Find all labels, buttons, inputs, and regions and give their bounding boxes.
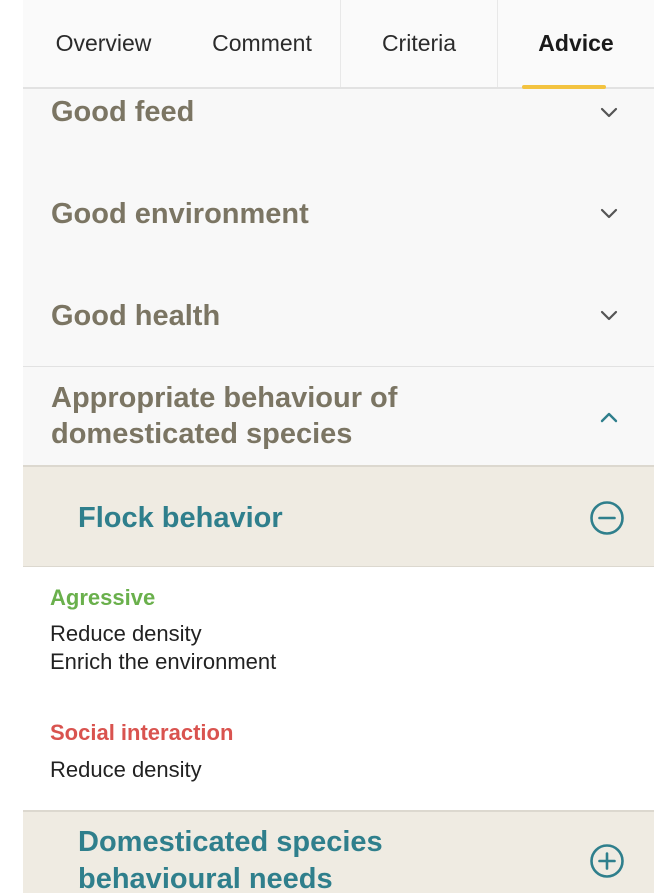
subsection-title-line-2: behavioural needs: [78, 863, 333, 893]
section-title: Good feed: [51, 96, 195, 128]
tab-label: Advice: [538, 30, 614, 56]
chevron-down-icon[interactable]: [597, 306, 621, 326]
advice-category-social-interaction: Social interaction: [50, 720, 234, 745]
advice-panel: Agressive Reduce density Enrich the envi…: [23, 567, 654, 810]
tab-comment[interactable]: Comment: [184, 0, 340, 87]
tab-label: Overview: [55, 30, 152, 56]
section-good-environment[interactable]: Good environment: [23, 191, 654, 293]
section-title: Good health: [51, 300, 221, 332]
advice-item: Reduce density: [50, 757, 202, 782]
tab-overview[interactable]: Overview: [23, 0, 184, 87]
minus-circle-icon[interactable]: [589, 500, 625, 536]
section-good-health[interactable]: Good health: [23, 293, 654, 366]
app-frame: Overview Comment Criteria Advice Good fe…: [23, 0, 654, 893]
advice-item: Reduce density: [50, 621, 202, 646]
tab-advice[interactable]: Advice: [497, 0, 654, 89]
subsection-flock-behavior[interactable]: Flock behavior: [23, 467, 654, 567]
subsection-title-line-1: Domesticated species: [78, 826, 383, 858]
tab-bar: Overview Comment Criteria Advice: [23, 0, 654, 89]
section-title-line-2: domesticated species: [51, 418, 353, 450]
chevron-up-icon[interactable]: [597, 407, 621, 427]
active-tab-indicator: [522, 85, 606, 89]
advice-item: Enrich the environment: [50, 649, 277, 674]
advice-category-agressive: Agressive: [50, 585, 156, 610]
plus-circle-icon[interactable]: [589, 843, 625, 879]
tab-criteria[interactable]: Criteria: [340, 0, 497, 87]
tab-label: Comment: [212, 30, 312, 56]
subsection-domesticated-species-needs[interactable]: Domesticated species behavioural needs: [23, 812, 654, 893]
chevron-down-icon[interactable]: [597, 204, 621, 224]
tab-label: Criteria: [381, 30, 457, 56]
section-appropriate-behaviour[interactable]: Appropriate behaviour of domesticated sp…: [23, 367, 654, 465]
chevron-down-icon[interactable]: [597, 103, 621, 123]
section-title: Good environment: [51, 198, 309, 230]
section-title-line-1: Appropriate behaviour of: [51, 382, 398, 414]
subsection-title: Flock behavior: [78, 502, 283, 534]
section-good-feed[interactable]: Good feed: [23, 89, 654, 191]
